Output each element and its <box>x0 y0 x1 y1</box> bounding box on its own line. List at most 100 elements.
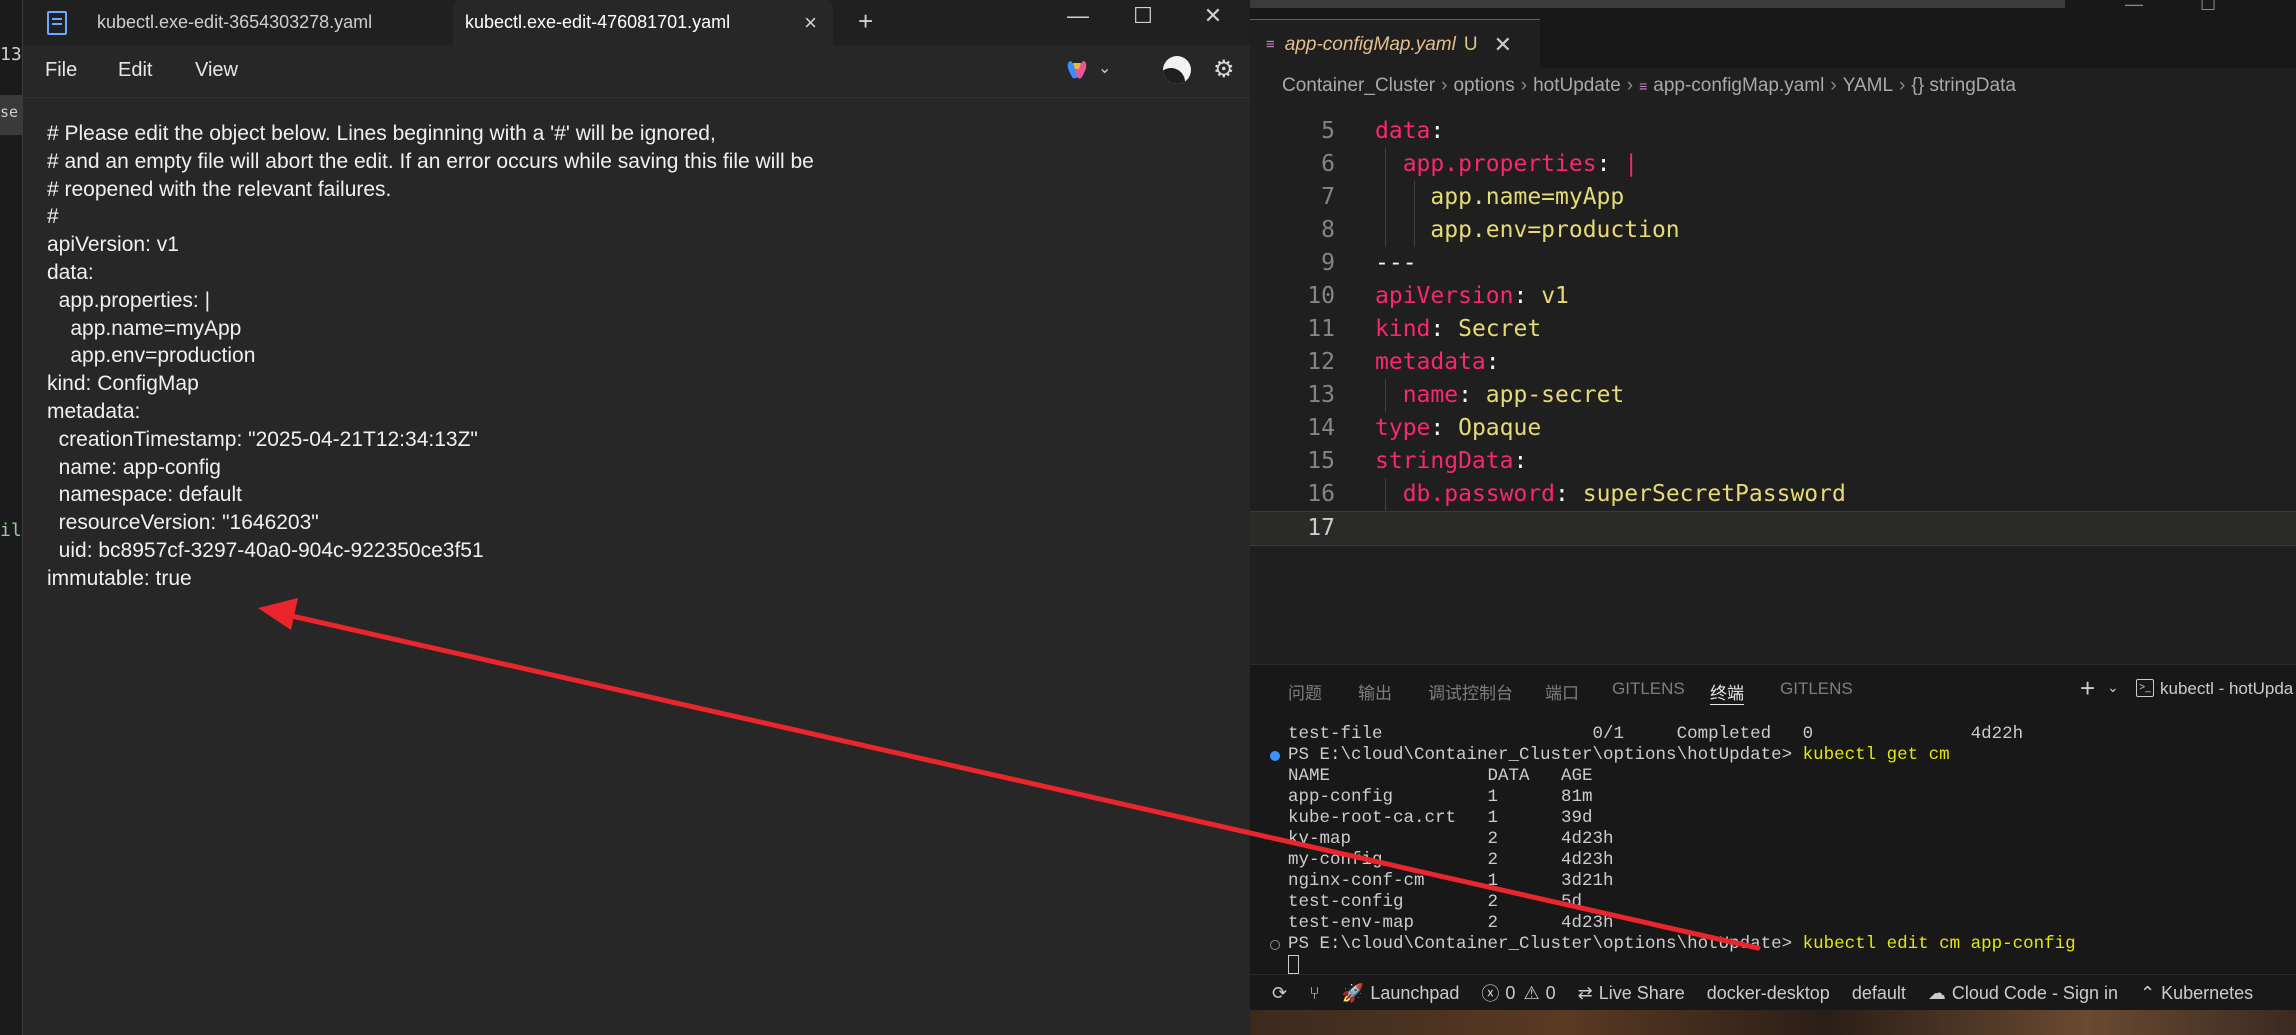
terminal-instance-label[interactable]: kubectl - hotUpda <box>2160 679 2293 699</box>
title-control-icon[interactable]: ☐ <box>2200 0 2216 15</box>
sync-icon[interactable]: ⟳ <box>1272 983 1287 1004</box>
code-text: app.env=production <box>1430 217 1680 243</box>
new-terminal-plus-icon[interactable]: + <box>2080 673 2095 704</box>
status-bar: ⟳ ⑂ 🚀 Launchpad ⓧ 0 ⚠ 0 ⇄ Live Share docker-d… <box>1250 974 2296 1011</box>
desktop-wallpaper-strip <box>1250 1010 2296 1035</box>
yaml-file-icon: ≡ <box>1639 78 1648 94</box>
new-tab-button[interactable]: + <box>858 6 873 37</box>
menu-view[interactable]: View <box>195 59 238 82</box>
settings-gear-icon[interactable]: ⚙ <box>1213 55 1235 84</box>
code-line[interactable]: 12 metadata: <box>1250 346 2296 379</box>
code-text: data: <box>1375 118 1445 144</box>
panel-tab-terminal[interactable]: 终端 <box>1710 679 1744 705</box>
code-line[interactable]: 15 stringData: <box>1250 445 2296 478</box>
cloud-icon: ☁ <box>1927 982 1946 1003</box>
notepad-text-area[interactable]: # Please edit the object below. Lines be… <box>47 120 814 593</box>
code-text: name: app-secret <box>1402 382 1625 408</box>
breadcrumb-item[interactable]: hotUpdate <box>1533 75 1621 97</box>
breadcrumb-item[interactable]: options <box>1453 75 1514 97</box>
code-text: apiVersion: v1 <box>1375 283 1569 309</box>
chevron-right-icon: › <box>1830 75 1837 96</box>
code-line[interactable]: 17 <box>1250 511 2296 546</box>
terminal-line: kube-root-ca.crt 1 39d <box>1288 808 1593 828</box>
line-number: 9 <box>1321 250 1335 276</box>
close-tab-icon[interactable]: × <box>804 10 817 36</box>
code-line[interactable]: 5 data: <box>1250 115 2296 148</box>
code-line[interactable]: 8 app.env=production <box>1250 214 2296 247</box>
minimize-button[interactable]: — <box>1048 0 1108 41</box>
code-text: type: Opaque <box>1375 415 1542 441</box>
line-number: 11 <box>1307 316 1335 342</box>
line-number: 13 <box>1307 382 1335 408</box>
menu-file[interactable]: File <box>45 59 77 82</box>
kubernetes-item[interactable]: ⌃ Kubernetes <box>2140 983 2253 1004</box>
rocket-icon: 🚀 <box>1341 982 1365 1003</box>
panel-tab-output[interactable]: 输出 <box>1358 679 1392 704</box>
code-line[interactable]: 10 apiVersion: v1 <box>1250 280 2296 313</box>
problems-item[interactable]: ⓧ 0 ⚠ 0 <box>1481 980 1555 1006</box>
chevron-right-icon: › <box>1626 75 1634 96</box>
terminal-cursor <box>1288 955 1299 974</box>
code-line[interactable]: 7 app.name=myApp <box>1250 181 2296 214</box>
menu-edit[interactable]: Edit <box>118 59 152 82</box>
terminal-line: test-env-map 2 4d23h <box>1288 913 1614 933</box>
code-line[interactable]: 11 kind: Secret <box>1250 313 2296 346</box>
chevron-down-icon[interactable]: ⌄ <box>1098 58 1111 78</box>
edge-fragment: il <box>0 520 22 541</box>
line-number: 15 <box>1307 448 1335 474</box>
terminal-cursor-line <box>1288 955 1299 976</box>
code-text: app.properties: | <box>1402 151 1639 177</box>
panel-tab-problems[interactable]: 问题 <box>1288 679 1322 704</box>
panel-tab-debug-console[interactable]: 调试控制台 <box>1428 679 1513 704</box>
code-editor[interactable]: 5 data: 6 app.properties: | 7 app.name=myAp… <box>1250 104 2296 664</box>
line-number: 8 <box>1321 217 1335 243</box>
chevron-down-icon[interactable]: ⌄ <box>2107 679 2119 696</box>
notepad-tab-active[interactable]: kubectl.exe-edit-476081701.yaml × <box>453 0 833 45</box>
profile-avatar-icon[interactable] <box>1163 56 1191 84</box>
notepad-tab-inactive[interactable]: kubectl.exe-edit-3654303278.yaml <box>23 0 453 45</box>
k8s-namespace-item[interactable]: default <box>1852 983 1906 1004</box>
edge-fragment: se <box>0 103 19 121</box>
kubernetes-icon: ⌃ <box>2139 982 2156 1003</box>
title-control-icon[interactable]: — <box>2125 0 2143 15</box>
code-line[interactable]: 9 --- <box>1250 247 2296 280</box>
notepad-tab-label: kubectl.exe-edit-476081701.yaml <box>465 12 731 32</box>
terminal-line: app-config 1 81m <box>1288 787 1593 807</box>
notepad-titlebar: kubectl.exe-edit-3654303278.yaml kubectl… <box>23 0 1251 45</box>
panel-tab-ports[interactable]: 端口 <box>1545 679 1579 704</box>
line-number: 6 <box>1321 151 1335 177</box>
indent-guide <box>1414 214 1415 247</box>
breadcrumb-item[interactable]: {} stringData <box>1911 75 2016 97</box>
terminal-prompt-line: PS E:\cloud\Container_Cluster\options\ho… <box>1288 934 2076 955</box>
terminal-output[interactable]: test-file 0/1 Completed 0 4d22h PS E:\cl… <box>1250 721 2296 974</box>
terminal-icon: >_ <box>2136 679 2154 697</box>
notepad-menubar: File Edit View ⌄ ⚙ <box>23 45 1251 98</box>
source-control-icon[interactable]: ⑂ <box>1309 983 1320 1004</box>
code-text: metadata: <box>1375 349 1500 375</box>
chevron-right-icon: › <box>1441 75 1448 96</box>
breadcrumb-item[interactable]: YAML <box>1843 75 1893 97</box>
cloud-code-item[interactable]: ☁ Cloud Code - Sign in <box>1928 983 2118 1004</box>
panel-tab-gitlens[interactable]: GITLENS <box>1780 679 1853 699</box>
breadcrumb-item[interactable]: Container_Cluster <box>1282 75 1435 97</box>
editor-tab[interactable]: ≡ app-configMap.yaml U ✕ <box>1250 19 1540 69</box>
close-tab-icon[interactable]: ✕ <box>1494 32 1512 58</box>
copilot-icon[interactable] <box>1065 57 1089 81</box>
chevron-right-icon: › <box>1899 75 1906 96</box>
launchpad-item[interactable]: 🚀 Launchpad <box>1342 983 1460 1004</box>
code-line[interactable]: 6 app.properties: | <box>1250 148 2296 181</box>
k8s-context-item[interactable]: docker-desktop <box>1707 983 1830 1004</box>
code-line[interactable]: 16 db.password: superSecretPassword <box>1250 478 2296 511</box>
notepad-window: kubectl.exe-edit-3654303278.yaml kubectl… <box>22 0 1251 1035</box>
code-text: stringData: <box>1375 448 1528 474</box>
live-share-item[interactable]: ⇄ Live Share <box>1578 983 1685 1004</box>
close-window-button[interactable]: ✕ <box>1183 0 1243 41</box>
breadcrumb-item[interactable]: app-configMap.yaml <box>1653 75 1824 97</box>
line-number: 5 <box>1321 118 1335 144</box>
panel-tab-gitlens[interactable]: GITLENS <box>1612 679 1685 699</box>
terminal-line: test-config 2 5d <box>1288 892 1583 912</box>
code-line[interactable]: 14 type: Opaque <box>1250 412 2296 445</box>
maximize-button[interactable]: ☐ <box>1113 0 1173 41</box>
code-line[interactable]: 13 name: app-secret <box>1250 379 2296 412</box>
code-text: kind: Secret <box>1375 316 1542 342</box>
